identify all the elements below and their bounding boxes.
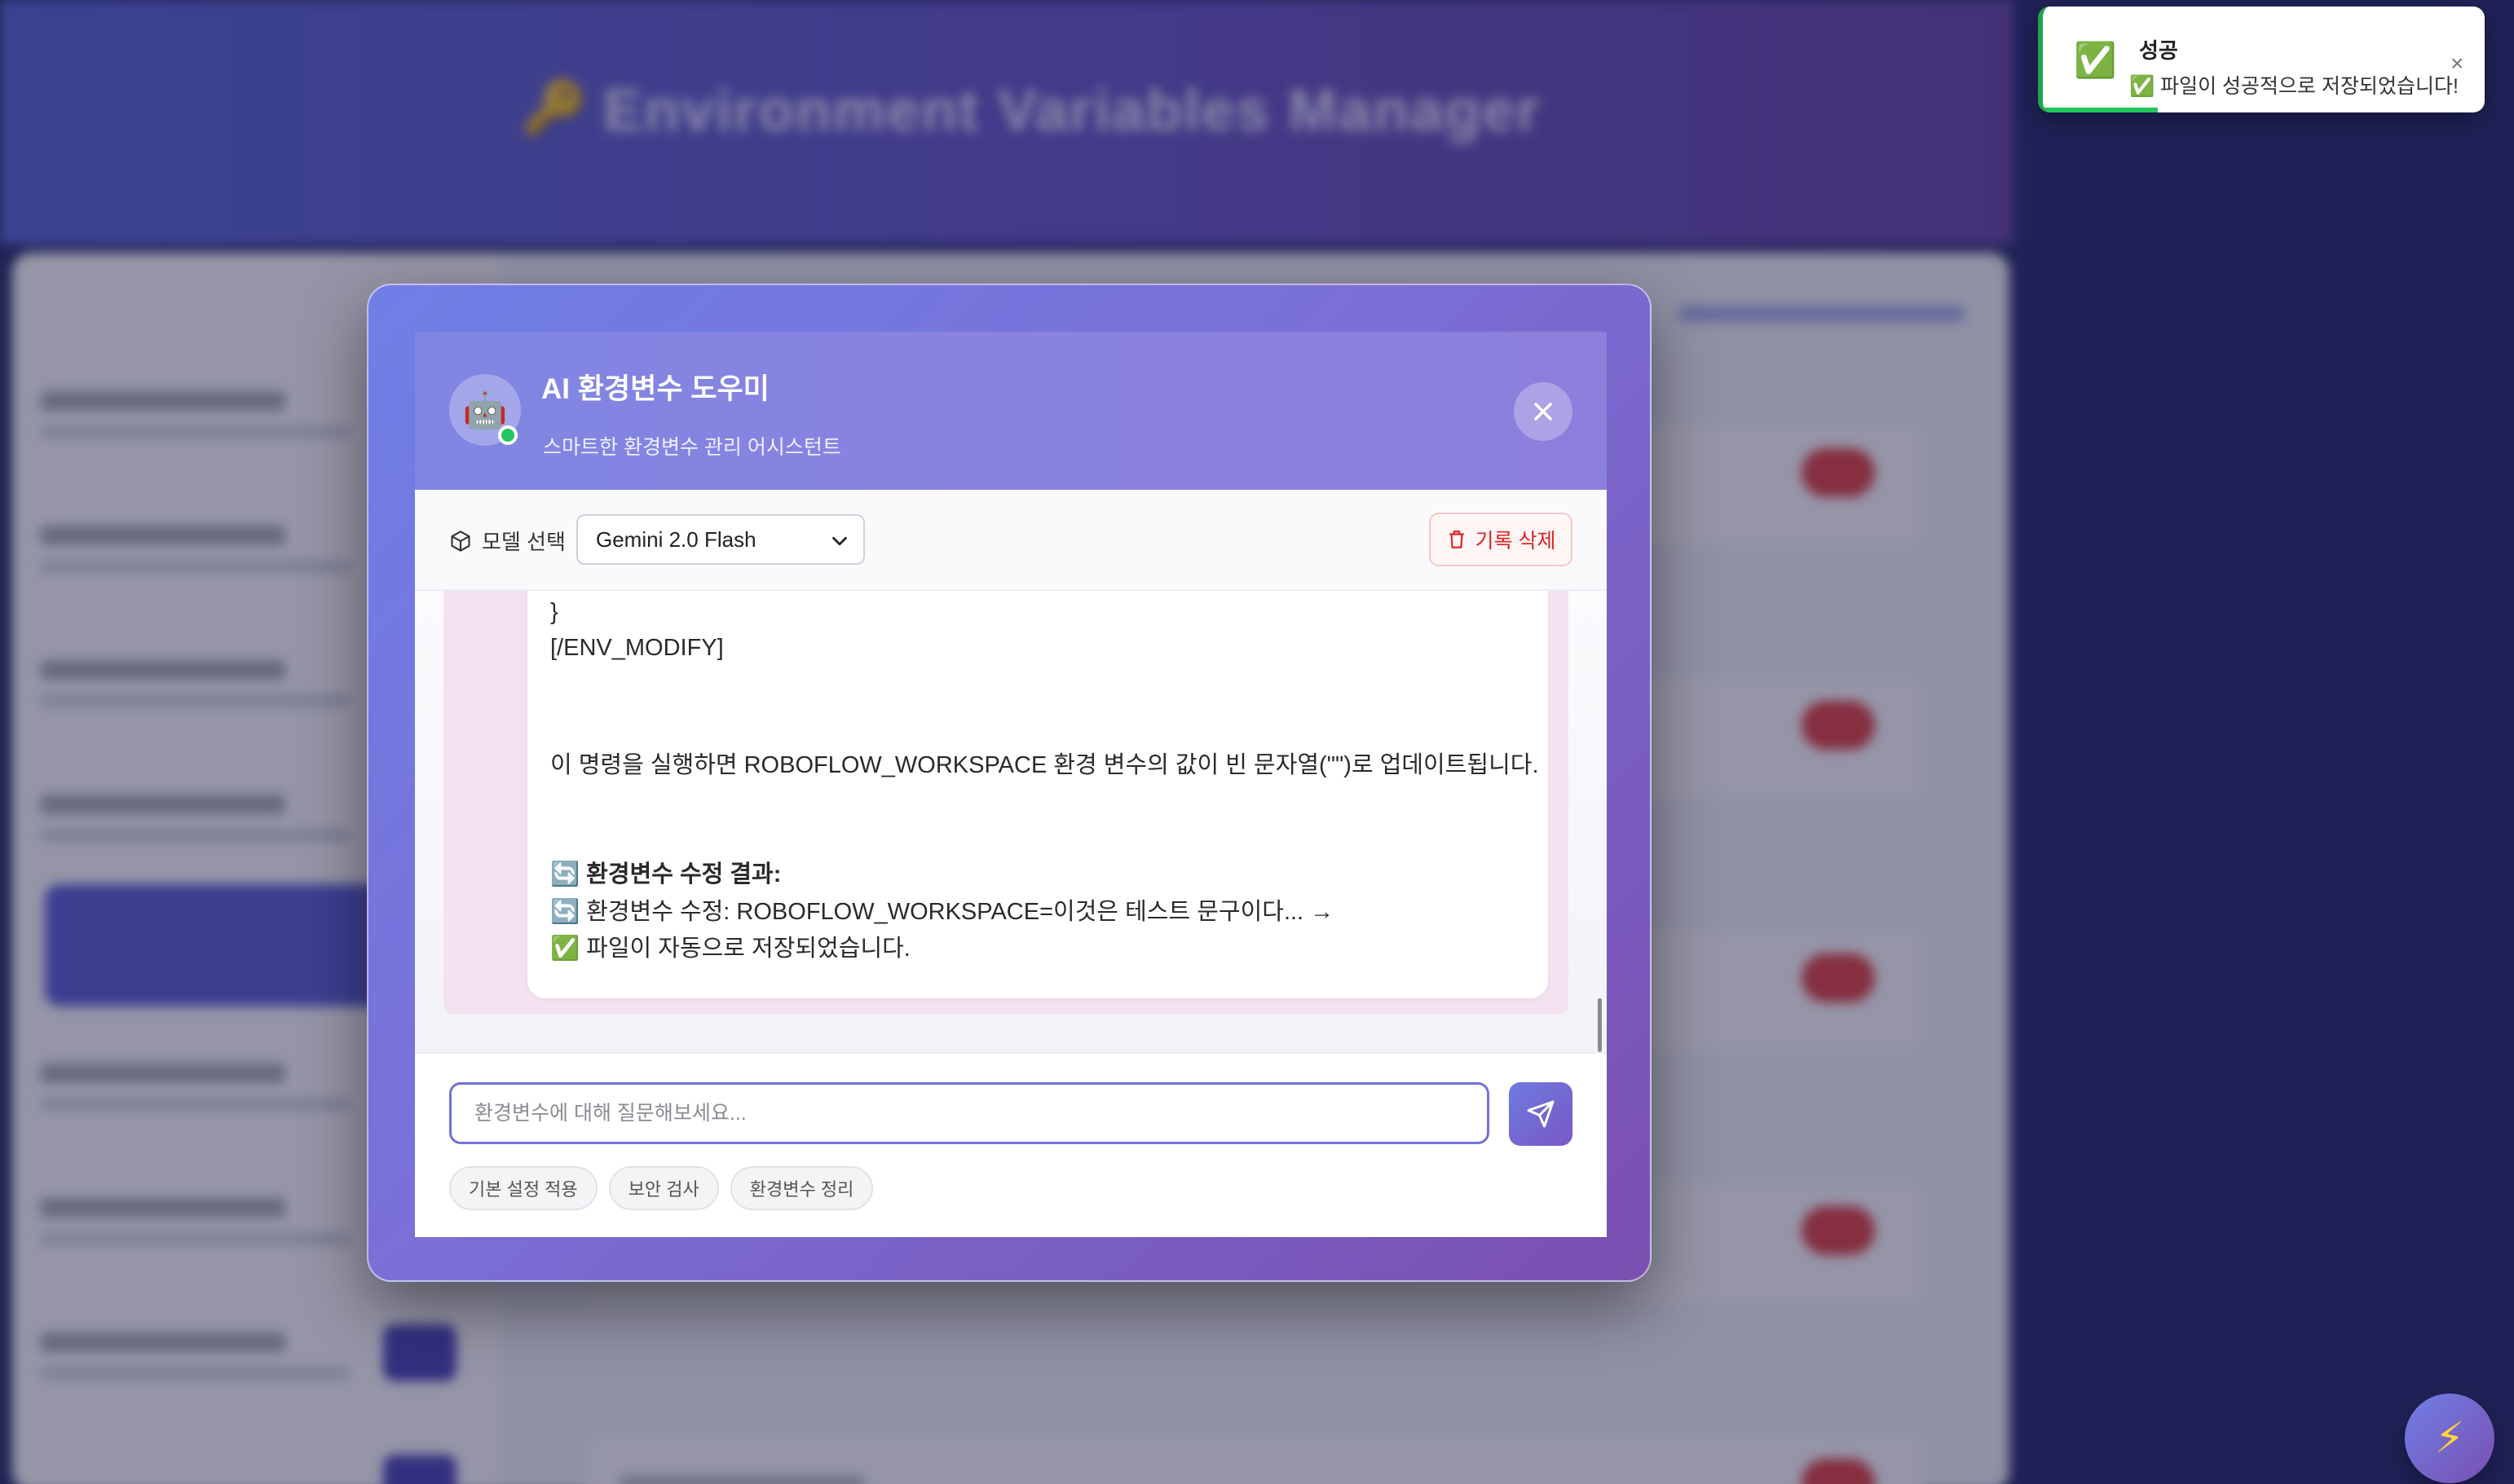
result-heading: 🔄 환경변수 수정 결과:	[550, 861, 782, 887]
check-icon: ✅	[2074, 41, 2117, 79]
quick-action-cleanup[interactable]: 환경변수 정리	[730, 1166, 874, 1210]
cube-icon	[451, 530, 470, 552]
send-button[interactable]	[1509, 1082, 1572, 1146]
assistant-modal: 🤖 AI 환경변수 도우미 스마트한 환경변수 관리 어시스턴트 모델 선택 G…	[415, 332, 1607, 1237]
chat-messages[interactable]: } [/ENV_MODIFY] 이 명령을 실행하면 ROBOFLOW_WORK…	[415, 591, 1607, 1052]
message-line: 이 명령을 실행하면 ROBOFLOW_WORKSPACE 환경 변수의 값이 …	[550, 752, 1539, 778]
modal-title: AI 환경변수 도우미	[541, 373, 770, 405]
chat-scrollbar[interactable]	[1598, 998, 1602, 1052]
quick-assistant-button[interactable]: ⚡	[2405, 1394, 2494, 1483]
assistant-modal-frame: 🤖 AI 환경변수 도우미 스마트한 환경변수 관리 어시스턴트 모델 선택 G…	[367, 284, 1652, 1282]
clear-history-label: 기록 삭제	[1475, 530, 1556, 553]
message-line: ✅ 파일이 자동으로 저장되었습니다.	[550, 936, 911, 962]
clear-history-button[interactable]: 기록 삭제	[1429, 513, 1572, 566]
toast-progress-bar	[2043, 108, 2158, 112]
chevron-down-icon	[832, 536, 847, 546]
model-label: 모델 선택	[449, 526, 566, 556]
toast-close-button[interactable]: ×	[2450, 52, 2463, 75]
message-line: [/ENV_MODIFY]	[550, 635, 724, 661]
online-status-dot	[498, 425, 518, 445]
message-line: 🔄 환경변수 수정: ROBOFLOW_WORKSPACE=이것은 테스트 문구…	[550, 899, 1334, 925]
chat-input[interactable]	[449, 1082, 1489, 1144]
close-button[interactable]	[1514, 382, 1572, 441]
quick-action-security[interactable]: 보안 검사	[608, 1166, 719, 1210]
model-toolbar: 모델 선택 Gemini 2.0 Flash 기록 삭제	[415, 490, 1607, 591]
send-icon	[1527, 1100, 1555, 1128]
modal-header: 🤖 AI 환경변수 도우미 스마트한 환경변수 관리 어시스턴트	[415, 332, 1607, 490]
model-select[interactable]: Gemini 2.0 Flash	[576, 514, 865, 565]
model-select-value: Gemini 2.0 Flash	[596, 526, 756, 552]
assistant-message: } [/ENV_MODIFY] 이 명령을 실행하면 ROBOFLOW_WORK…	[527, 591, 1548, 998]
quick-actions: 기본 설정 적용 보안 검사 환경변수 정리	[449, 1166, 874, 1210]
lightning-icon: ⚡	[2434, 1415, 2465, 1462]
model-label-text: 모델 선택	[482, 530, 566, 554]
toast-message: ✅ 파일이 성공적으로 저장되었습니다!	[2129, 75, 2459, 98]
toast-title: 성공	[2139, 38, 2178, 63]
message-line: }	[550, 599, 558, 625]
success-toast: ✅ 성공 ✅ 파일이 성공적으로 저장되었습니다! ×	[2038, 7, 2485, 112]
trash-icon	[1449, 531, 1464, 548]
modal-subtitle: 스마트한 환경변수 관리 어시스턴트	[543, 436, 841, 459]
quick-action-defaults[interactable]: 기본 설정 적용	[449, 1166, 598, 1210]
chat-input-area: 기본 설정 적용 보안 검사 환경변수 정리	[415, 1052, 1607, 1237]
close-icon	[1534, 403, 1552, 421]
